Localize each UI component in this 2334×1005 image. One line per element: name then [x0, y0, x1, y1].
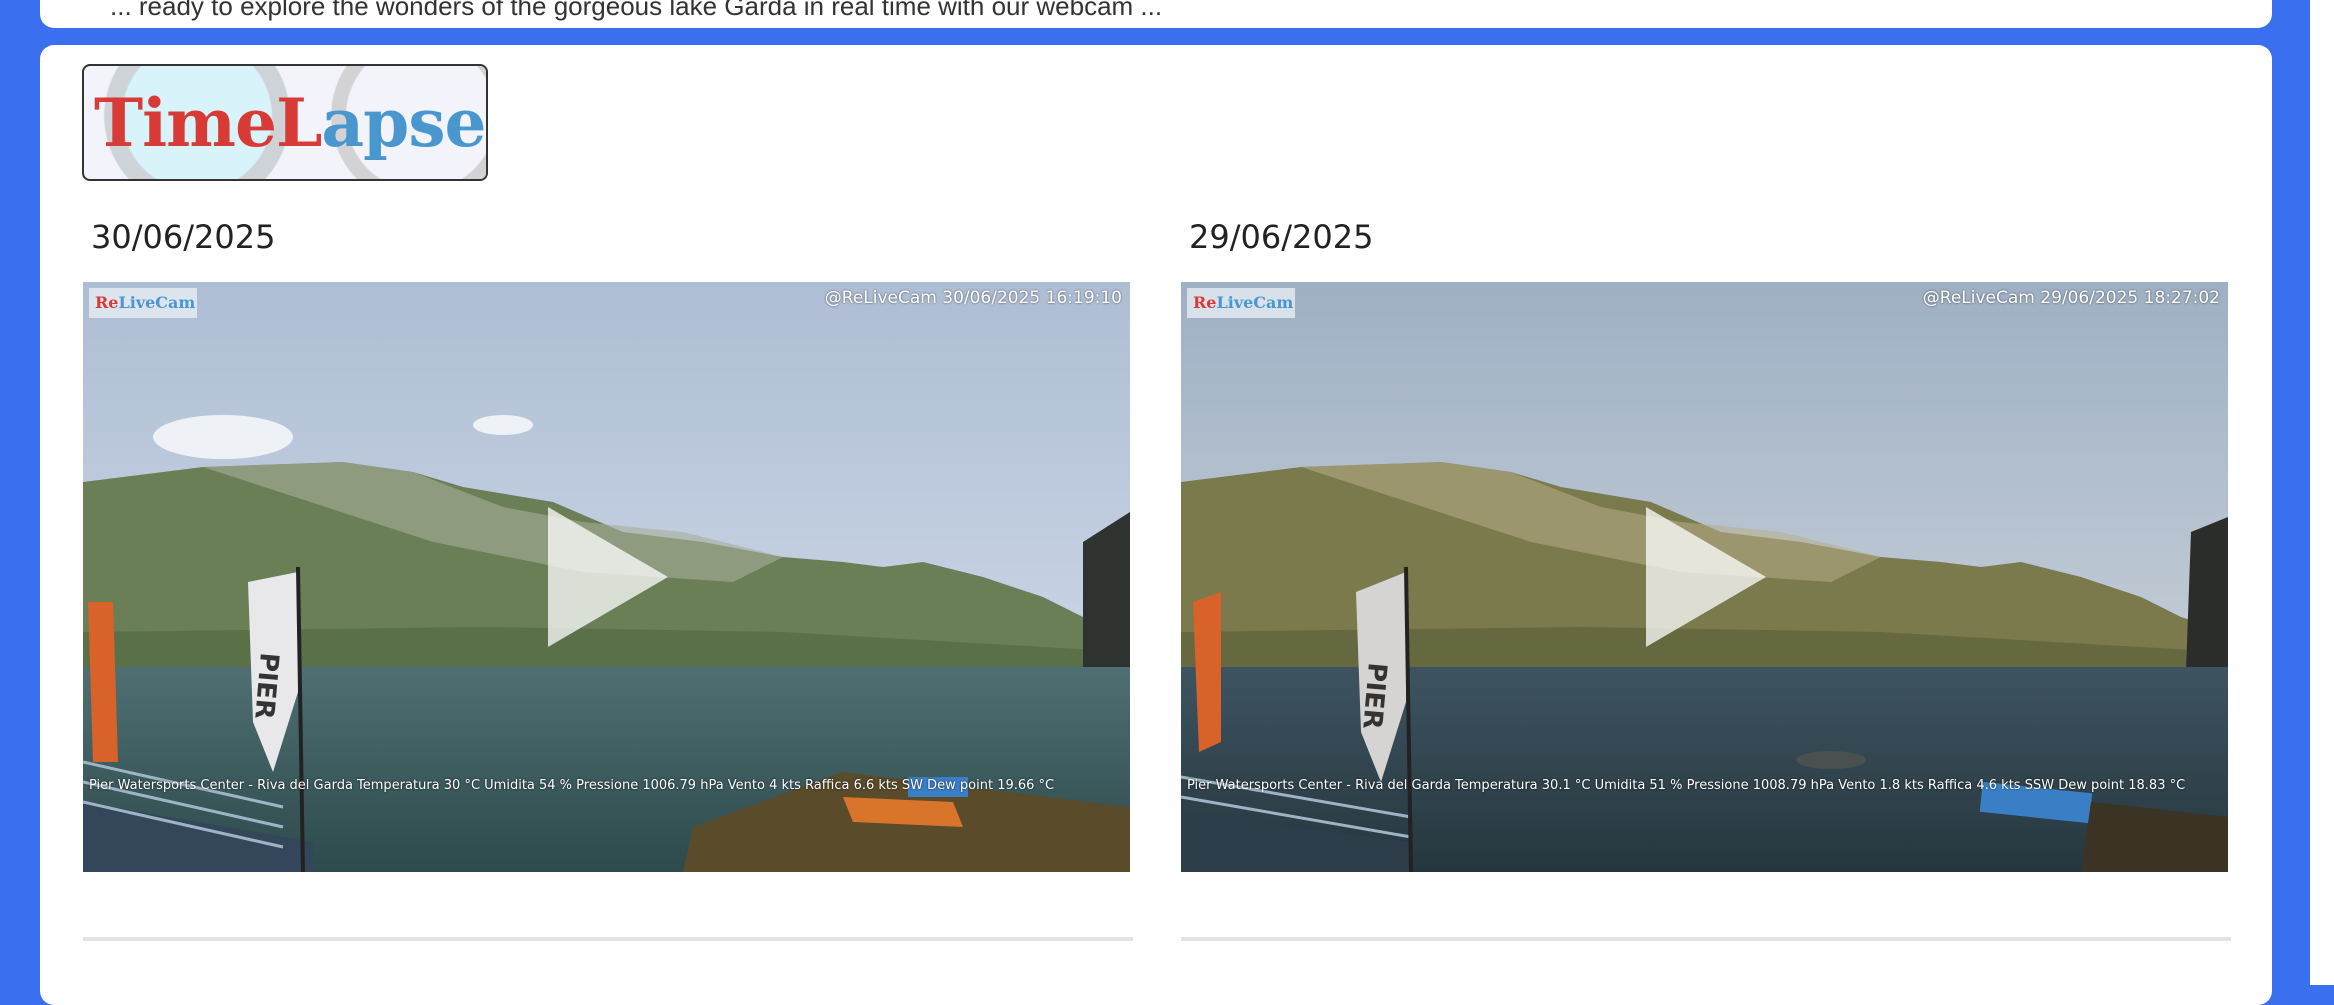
- timelapse-logo-text: TimeLapse: [94, 84, 486, 162]
- video-timestamp: @ReLiveCam 29/06/2025 18:27:02: [1922, 288, 2220, 308]
- video-date: 29/06/2025: [1189, 218, 1374, 256]
- timelapse-logo: TimeLapse: [82, 64, 488, 181]
- relivecam-logo: ReLiveCam: [89, 288, 197, 318]
- play-icon[interactable]: [548, 507, 668, 647]
- relivecam-logo: ReLiveCam: [1187, 288, 1295, 318]
- divider: [1181, 937, 2231, 941]
- svg-text:PIER: PIER: [1356, 661, 1392, 730]
- video-timestamp: @ReLiveCam 30/06/2025 16:19:10: [824, 288, 1122, 308]
- intro-card: ... ready to explore the wonders of the …: [40, 0, 2272, 28]
- svg-text:PIER: PIER: [248, 651, 284, 720]
- divider: [83, 937, 1133, 941]
- play-icon[interactable]: [1646, 507, 1766, 647]
- page-right-edge: [2310, 0, 2334, 985]
- video-thumbnail[interactable]: PIER ReLiveCam @ReLiveCam 29/06/2025 18:…: [1181, 282, 2228, 872]
- video-date: 30/06/2025: [91, 218, 276, 256]
- video-thumbnail[interactable]: PIER ReLiveCam @ReLiveCam 30/06/2025 16:…: [83, 282, 1130, 872]
- weather-overlay: Pier Watersports Center - Riva del Garda…: [89, 778, 1055, 793]
- weather-overlay: Pier Watersports Center - Riva del Garda…: [1187, 778, 2186, 793]
- intro-text: ... ready to explore the wonders of the …: [110, 0, 1163, 21]
